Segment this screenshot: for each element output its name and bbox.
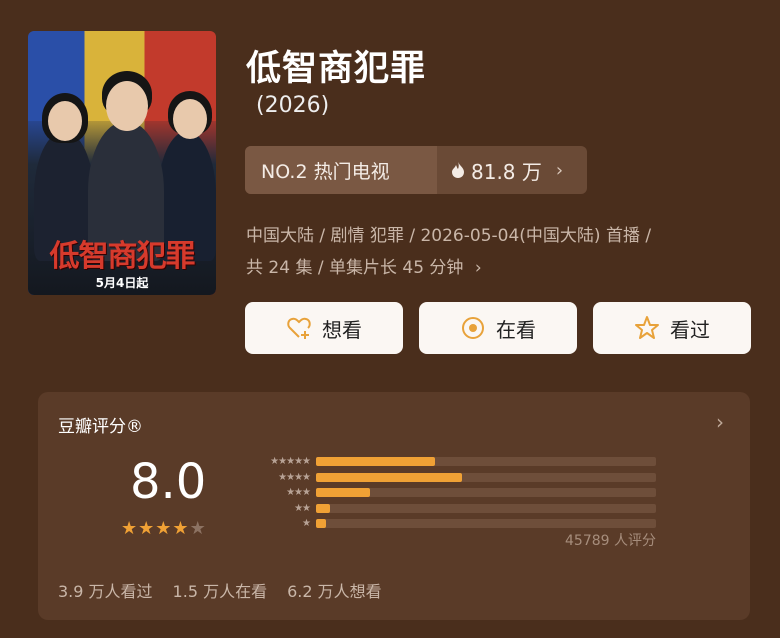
show-year: (2026) [256, 93, 330, 118]
rating-distribution: ★★★★★ ★★★★ ★★★ ★★ ★ [240, 454, 656, 532]
watched-label: 看过 [670, 317, 710, 342]
distribution-stars-icon: ★★★ [286, 487, 311, 499]
poster-face-center [106, 81, 148, 131]
distribution-bar [316, 503, 330, 513]
poster-title-art: 低智商犯罪 [49, 239, 196, 274]
heat-value: 81.8 万 [471, 159, 542, 184]
flame-icon [452, 162, 464, 178]
distribution-stars-icon: ★★ [294, 502, 311, 514]
distribution-bar [316, 488, 371, 498]
poster-image[interactable]: 低智商犯罪 5月4日起 [28, 31, 216, 295]
ranking-label: NO.2 热门电视 [245, 146, 437, 194]
rating-score: 8.0 [130, 454, 207, 510]
rating-count: 45789 人评分 [565, 533, 656, 549]
distribution-stars-icon: ★ [302, 518, 311, 530]
distribution-row: ★★ [240, 501, 656, 517]
want-count: 6.2 万人想看 [287, 582, 382, 601]
chevron-right-icon[interactable]: › [716, 410, 724, 434]
distribution-track [316, 519, 656, 529]
poster-face-left [48, 101, 82, 141]
star-filled-icon: ★ [121, 518, 138, 539]
show-title: 低智商犯罪 [246, 49, 427, 89]
rating-stars: ★ ★ ★ ★ ★ [121, 518, 206, 539]
star-empty-icon: ★ [189, 518, 206, 539]
distribution-track [316, 503, 656, 513]
distribution-row: ★★★ [240, 485, 656, 501]
meta-line-2: 共 24 集 / 单集片长 45 分钟 › [246, 252, 756, 284]
meta-line-2-text: 共 24 集 / 单集片长 45 分钟 [246, 258, 464, 278]
chevron-right-icon: › [474, 258, 482, 278]
distribution-track [316, 457, 656, 467]
watching-button[interactable]: 在看 [419, 302, 577, 354]
show-meta[interactable]: 中国大陆 / 剧情 犯罪 / 2026-05-04(中国大陆) 首播 / 共 2… [246, 220, 756, 284]
want-label: 想看 [322, 317, 362, 342]
watching-count: 1.5 万人在看 [172, 582, 268, 601]
watch-stats: 3.9 万人看过 1.5 万人在看 6.2 万人想看 [58, 578, 382, 602]
distribution-stars-icon: ★★★★ [278, 471, 311, 483]
star-filled-icon: ★ [172, 518, 189, 539]
rating-heading: 豆瓣评分® [58, 417, 143, 437]
star-filled-icon: ★ [155, 518, 172, 539]
action-buttons: 想看 在看 看过 [245, 302, 751, 354]
star-filled-icon: ★ [138, 518, 155, 539]
distribution-bar [316, 519, 327, 529]
rating-card[interactable]: 豆瓣评分® › 8.0 ★ ★ ★ ★ ★ ★★★★★ ★★★★ ★★★ ★★ ★ 45789 … [38, 392, 750, 620]
heat-section: 81.8 万 › [437, 156, 563, 185]
distribution-row: ★★★★★ [240, 454, 656, 470]
heart-plus-icon [287, 317, 311, 339]
watched-count: 3.9 万人看过 [58, 582, 153, 601]
poster-face-right [173, 99, 207, 139]
distribution-bar [316, 457, 435, 467]
meta-line-1: 中国大陆 / 剧情 犯罪 / 2026-05-04(中国大陆) 首播 / [246, 226, 652, 246]
chevron-right-icon: › [555, 159, 564, 181]
distribution-stars-icon: ★★★★★ [270, 456, 311, 468]
watched-button[interactable]: 看过 [593, 302, 751, 354]
distribution-track [316, 488, 656, 498]
distribution-row: ★★★★ [240, 470, 656, 486]
ranking-badge[interactable]: NO.2 热门电视 81.8 万 › [245, 146, 587, 194]
want-to-watch-button[interactable]: 想看 [245, 302, 403, 354]
distribution-track [316, 472, 656, 482]
target-icon [462, 317, 484, 339]
poster-release-date: 5月4日起 [95, 276, 149, 290]
watching-label: 在看 [496, 317, 536, 342]
star-outline-icon [635, 316, 659, 339]
distribution-bar [316, 472, 463, 482]
